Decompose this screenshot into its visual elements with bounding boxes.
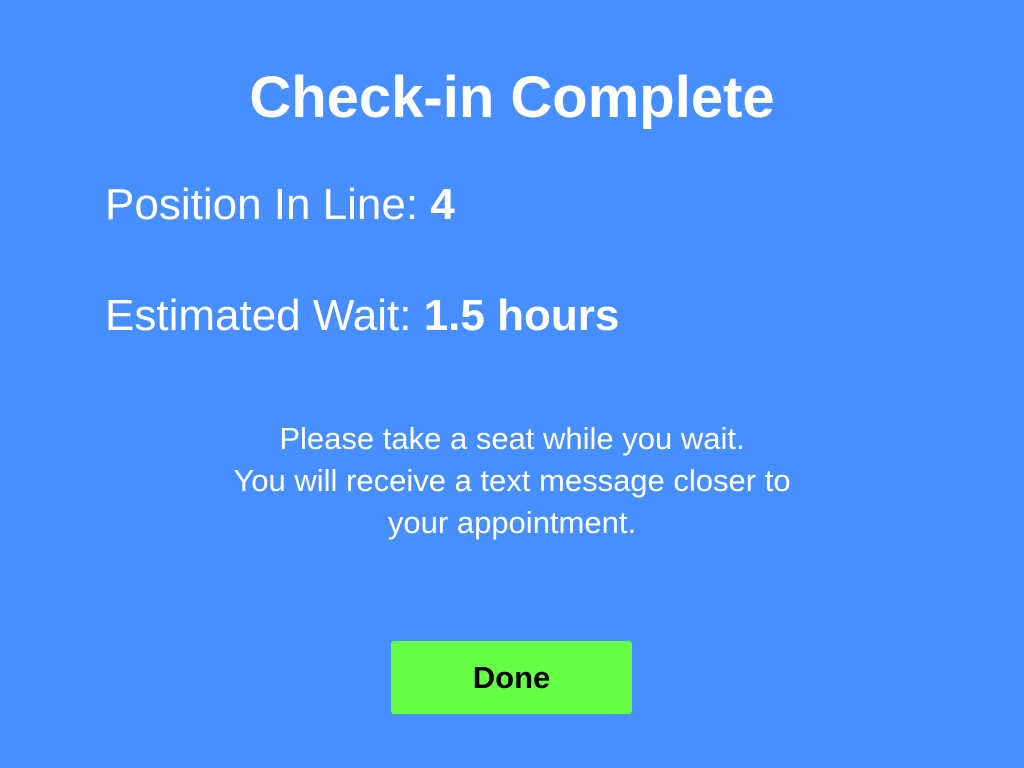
done-button[interactable]: Done (391, 641, 632, 714)
position-in-line: Position In Line: 4 (105, 178, 455, 232)
wait-message-line-1: Please take a seat while you wait. (279, 421, 745, 456)
wait-message-line-2: You will receive a text message closer t… (233, 463, 791, 498)
position-in-line-value: 4 (430, 180, 455, 229)
estimated-wait-value: 1.5 hours (423, 291, 620, 340)
page-title: Check-in Complete (249, 65, 775, 130)
position-in-line-label: Position In Line: (105, 180, 419, 229)
wait-message-line-3: your appointment. (387, 505, 637, 540)
estimated-wait: Estimated Wait: 1.5 hours (105, 289, 619, 343)
check-in-complete-screen: Check-in Complete Position In Line: 4 Es… (0, 0, 1024, 768)
wait-message: Please take a seat while you wait. You w… (162, 418, 862, 544)
estimated-wait-label: Estimated Wait: (105, 291, 412, 340)
